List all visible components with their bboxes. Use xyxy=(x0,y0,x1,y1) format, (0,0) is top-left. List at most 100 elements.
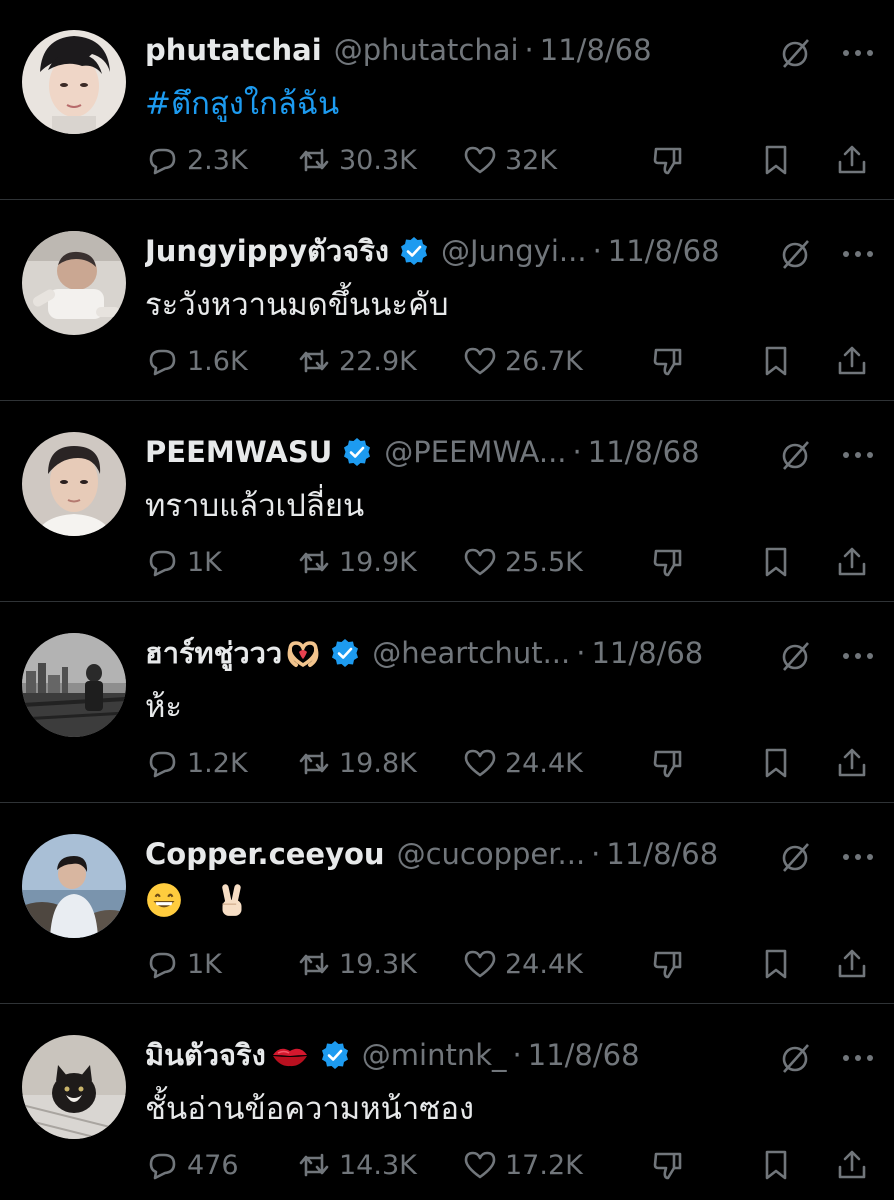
share-button[interactable] xyxy=(835,741,869,785)
reply-button[interactable]: 1K xyxy=(145,942,222,986)
like-button[interactable]: 24.4K xyxy=(463,942,583,986)
tweet[interactable]: ฮาร์ทชู่ววว @heartchut... · 11/8/68 ห้ะ … xyxy=(0,603,894,803)
timestamp[interactable]: 11/8/68 xyxy=(606,837,718,871)
repost-button[interactable]: 19.9K xyxy=(297,540,417,584)
grok-icon[interactable] xyxy=(778,36,812,70)
share-button[interactable] xyxy=(835,339,869,383)
display-name[interactable]: ฮาร์ทชู่ววว xyxy=(145,631,282,675)
grok-icon[interactable] xyxy=(778,840,812,874)
grok-icon[interactable] xyxy=(778,1041,812,1075)
timeline-feed: phutatchai @phutatchai · 11/8/68 #ตึกสูง… xyxy=(0,0,894,1200)
tweet[interactable]: มินตัวจริง @mintnk_ · 11/8/68 ชั้นอ่านข้… xyxy=(0,1005,894,1200)
user-handle[interactable]: @Jungyi... xyxy=(441,234,587,268)
share-button[interactable] xyxy=(835,540,869,584)
tweet-text: ชั้นอ่านข้อความหน้าซอง xyxy=(145,1091,475,1127)
reply-button[interactable]: 2.3K xyxy=(145,138,248,182)
more-options-icon[interactable] xyxy=(838,840,878,874)
display-name[interactable]: มินตัวจริง xyxy=(145,1033,266,1077)
repost-button[interactable]: 19.3K xyxy=(297,942,417,986)
tweet-text: ห้ะ xyxy=(145,689,183,725)
like-button[interactable]: 32K xyxy=(463,138,557,182)
more-options-icon[interactable] xyxy=(838,639,878,673)
separator-dot: · xyxy=(572,435,582,469)
more-options-icon[interactable] xyxy=(838,36,878,70)
user-handle[interactable]: @phutatchai xyxy=(334,33,519,67)
share-icon xyxy=(838,748,866,777)
avatar-beach-photo xyxy=(22,834,126,938)
bookmark-button[interactable] xyxy=(759,1143,793,1187)
avatar[interactable] xyxy=(22,30,126,134)
timestamp[interactable]: 11/8/68 xyxy=(608,234,720,268)
bookmark-button[interactable] xyxy=(759,138,793,182)
bookmark-icon xyxy=(765,1150,787,1180)
dislike-button[interactable] xyxy=(651,138,685,182)
avatar[interactable] xyxy=(22,834,126,938)
grok-icon[interactable] xyxy=(778,639,812,673)
share-button[interactable] xyxy=(835,138,869,182)
reply-count: 1.2K xyxy=(187,747,248,779)
tweet-text-emoji xyxy=(145,880,251,919)
tweet[interactable]: Copper.ceeyou @cucopper... · 11/8/68 1K … xyxy=(0,804,894,1004)
repost-count: 19.8K xyxy=(339,747,417,779)
like-button[interactable]: 24.4K xyxy=(463,741,583,785)
reply-count: 1K xyxy=(187,546,222,578)
timestamp[interactable]: 11/8/68 xyxy=(591,636,703,670)
tweet[interactable]: Jungyippyตัวจริง @Jungyi... · 11/8/68 ระ… xyxy=(0,201,894,401)
avatar[interactable] xyxy=(22,1035,126,1139)
user-handle[interactable]: @heartchut... xyxy=(372,636,570,670)
share-button[interactable] xyxy=(835,942,869,986)
reply-count: 1.6K xyxy=(187,345,248,377)
share-icon xyxy=(838,145,866,174)
timestamp[interactable]: 11/8/68 xyxy=(528,1038,640,1072)
like-count: 32K xyxy=(505,144,558,176)
more-options-icon[interactable] xyxy=(838,237,878,271)
avatar[interactable] xyxy=(22,432,126,536)
grinning-face-emoji xyxy=(147,882,181,917)
dislike-button[interactable] xyxy=(651,339,685,383)
like-button[interactable]: 25.5K xyxy=(463,540,583,584)
display-name[interactable]: Copper.ceeyou xyxy=(145,837,385,871)
reply-icon xyxy=(149,1153,176,1180)
user-handle[interactable]: @cucopper... xyxy=(397,837,586,871)
timestamp[interactable]: 11/8/68 xyxy=(588,435,700,469)
display-name[interactable]: Jungyippyตัวจริง xyxy=(145,229,389,273)
dislike-button[interactable] xyxy=(651,741,685,785)
avatar[interactable] xyxy=(22,231,126,335)
tweet[interactable]: PEEMWASU @PEEMWA... · 11/8/68 ทราบแล้วเป… xyxy=(0,402,894,602)
share-button[interactable] xyxy=(835,1143,869,1187)
grok-icon[interactable] xyxy=(778,237,812,271)
dislike-button[interactable] xyxy=(651,942,685,986)
bookmark-icon xyxy=(765,949,787,979)
display-name[interactable]: PEEMWASU xyxy=(145,435,332,469)
dislike-button[interactable] xyxy=(651,1143,685,1187)
reply-button[interactable]: 1K xyxy=(145,540,222,584)
repost-count: 14.3K xyxy=(339,1149,417,1181)
repost-button[interactable]: 22.9K xyxy=(297,339,417,383)
like-button[interactable]: 26.7K xyxy=(463,339,583,383)
user-handle[interactable]: @mintnk_ xyxy=(362,1038,507,1072)
like-button[interactable]: 17.2K xyxy=(463,1143,583,1187)
avatar[interactable] xyxy=(22,633,126,737)
user-handle[interactable]: @PEEMWA... xyxy=(384,435,566,469)
repost-icon xyxy=(299,550,329,574)
tweet[interactable]: phutatchai @phutatchai · 11/8/68 #ตึกสูง… xyxy=(0,0,894,200)
bookmark-button[interactable] xyxy=(759,339,793,383)
reply-button[interactable]: 1.6K xyxy=(145,339,248,383)
dislike-button[interactable] xyxy=(651,540,685,584)
reply-button[interactable]: 1.2K xyxy=(145,741,248,785)
reply-button[interactable]: 476 xyxy=(145,1143,239,1187)
more-options-icon[interactable] xyxy=(838,438,878,472)
repost-button[interactable]: 14.3K xyxy=(297,1143,417,1187)
thumbs-down-icon xyxy=(653,348,682,376)
grok-icon[interactable] xyxy=(778,438,812,472)
timestamp[interactable]: 11/8/68 xyxy=(540,33,652,67)
more-options-icon[interactable] xyxy=(838,1041,878,1075)
repost-button[interactable]: 30.3K xyxy=(297,138,417,182)
tweet-text-hashtag[interactable]: #ตึกสูงใกล้ฉัน xyxy=(145,78,339,128)
verified-badge-icon xyxy=(342,437,372,467)
display-name[interactable]: phutatchai xyxy=(145,33,322,67)
bookmark-button[interactable] xyxy=(759,942,793,986)
bookmark-button[interactable] xyxy=(759,540,793,584)
bookmark-button[interactable] xyxy=(759,741,793,785)
repost-button[interactable]: 19.8K xyxy=(297,741,417,785)
